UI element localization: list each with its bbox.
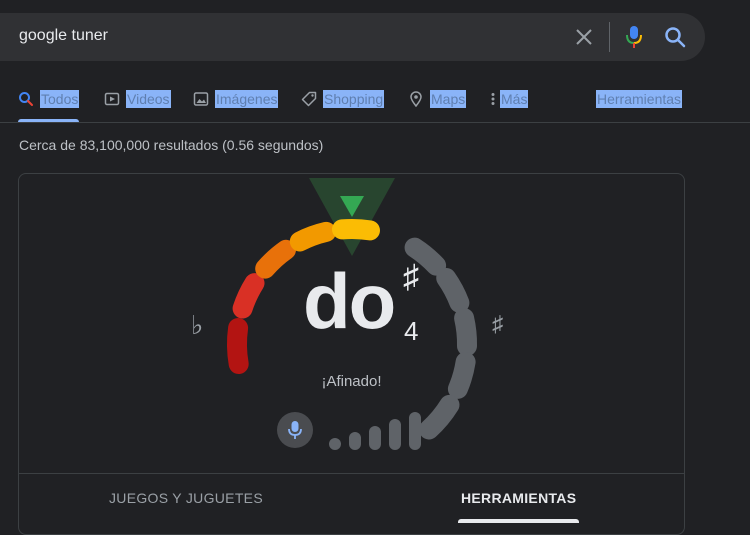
card-tabs-divider xyxy=(19,473,684,474)
tab-herramientas-card[interactable]: HERRAMIENTAS xyxy=(461,490,576,506)
close-icon[interactable] xyxy=(575,28,593,46)
detected-note: do xyxy=(303,257,396,345)
level-bar xyxy=(409,412,421,450)
gauge-segment xyxy=(436,268,470,313)
search-tabs: Todos Videos Imágenes Shopping Maps Más … xyxy=(0,85,750,123)
microphone-icon[interactable] xyxy=(624,25,644,49)
level-bar xyxy=(329,438,341,450)
search-divider xyxy=(609,22,610,52)
tab-juegos-y-juguetes[interactable]: JUEGOS Y JUGUETES xyxy=(109,490,263,506)
tag-icon xyxy=(301,91,317,107)
search-icon xyxy=(19,92,33,106)
tab-todos[interactable]: Todos xyxy=(18,85,80,121)
tab-label: Imágenes xyxy=(215,90,279,108)
gauge-segment xyxy=(332,219,380,241)
video-icon xyxy=(104,92,120,106)
search-icon[interactable] xyxy=(664,26,686,48)
note-octave: 4 xyxy=(404,316,419,346)
results-stats: Cerca de 83,100,000 resultados (0.56 seg… xyxy=(19,137,324,153)
tab-label: Shopping xyxy=(323,90,385,108)
sharp-symbol: ♯ xyxy=(492,311,503,336)
mic-level-meter xyxy=(329,412,424,450)
tab-label: Videos xyxy=(126,90,171,108)
card-active-tab-indicator xyxy=(458,519,579,523)
level-bar xyxy=(349,432,361,450)
search-bar[interactable]: google tuner xyxy=(0,13,705,61)
gauge-segment xyxy=(226,318,249,374)
gauge-segment xyxy=(255,239,296,279)
level-bar xyxy=(389,419,401,450)
tuning-status: ¡Afinado! xyxy=(321,373,382,390)
tuner-card: ♭ do ♯ 4 ♯ ¡Afinado! JUEGOS Y JUGUETES H… xyxy=(18,173,685,535)
note-accidental: ♯ xyxy=(403,258,419,294)
level-bar xyxy=(369,426,381,450)
gauge-segment xyxy=(289,221,337,252)
image-icon xyxy=(193,92,209,106)
mic-button[interactable] xyxy=(277,412,313,448)
flat-symbol: ♭ xyxy=(191,310,204,340)
tab-herramientas[interactable]: Herramientas xyxy=(596,85,683,121)
tab-imagenes[interactable]: Imágenes xyxy=(193,85,279,121)
tab-shopping[interactable]: Shopping xyxy=(301,85,385,121)
gauge-segment xyxy=(454,308,477,356)
microphone-icon xyxy=(288,421,302,439)
tab-label: Herramientas xyxy=(596,90,683,108)
tabs-divider xyxy=(0,122,750,123)
tab-label: Todos xyxy=(40,90,80,108)
gauge-segment xyxy=(419,394,460,440)
more-vert-icon xyxy=(491,93,495,105)
tab-label: Maps xyxy=(430,90,467,108)
search-input[interactable]: google tuner xyxy=(19,27,108,45)
tab-label: Más xyxy=(500,90,529,108)
tab-maps[interactable]: Maps xyxy=(408,85,467,121)
map-pin-icon xyxy=(410,91,422,107)
tab-mas[interactable]: Más xyxy=(489,85,529,121)
gauge-segment xyxy=(232,273,265,319)
tab-videos[interactable]: Videos xyxy=(104,85,171,121)
